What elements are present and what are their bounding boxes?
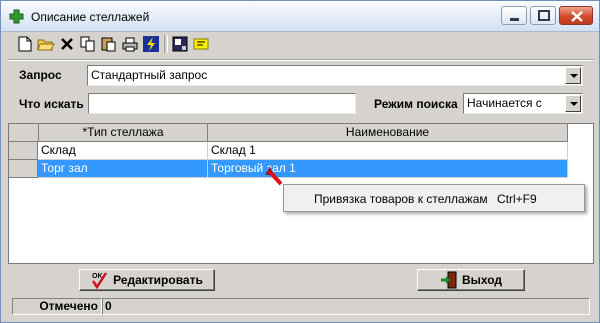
- main-window: Описание стеллажей Запрос Стандартный за…: [0, 0, 600, 323]
- minimize-button[interactable]: [501, 6, 527, 25]
- column-header-name[interactable]: Наименование: [208, 124, 568, 142]
- maximize-button[interactable]: [530, 6, 556, 25]
- toolbar: [15, 33, 212, 55]
- status-label-text: Отмечено: [39, 299, 98, 313]
- title-bar[interactable]: Описание стеллажей: [1, 1, 599, 32]
- row-indicator[interactable]: [9, 142, 38, 160]
- toolbar-divider: [8, 59, 594, 61]
- status-label: Отмечено: [12, 298, 102, 315]
- open-folder-icon[interactable]: [36, 34, 55, 54]
- context-menu-shortcut: Ctrl+F9: [496, 192, 537, 206]
- search-input[interactable]: [88, 93, 356, 114]
- status-value-text: 0: [105, 299, 112, 313]
- table-cell-type[interactable]: Склад: [38, 142, 208, 160]
- exit-button-label: Выход: [461, 273, 503, 287]
- edit-button-label: Редактировать: [113, 273, 203, 287]
- query-label: Запрос: [19, 68, 62, 82]
- ok-check-icon: OK: [92, 272, 108, 289]
- search-mode-label: Режим поиска: [374, 97, 458, 111]
- note-icon[interactable]: [191, 34, 210, 54]
- table-cell-name-selected[interactable]: Торговый зал 1: [208, 160, 568, 178]
- table-cell-type-selected[interactable]: Торг зал: [38, 160, 208, 178]
- context-menu-item-link-goods[interactable]: Привязка товаров к стеллажам Ctrl+F9: [314, 192, 537, 206]
- edit-button[interactable]: OK Редактировать: [79, 269, 215, 291]
- mouse-cursor-icon: [265, 166, 283, 186]
- app-plus-icon: [9, 9, 24, 24]
- export-icon[interactable]: [170, 34, 189, 54]
- status-bar: Отмечено 0: [8, 297, 594, 317]
- row-indicator-current[interactable]: [9, 160, 38, 178]
- footer-bar: OK Редактировать Выход: [8, 265, 594, 295]
- exit-door-icon: [440, 271, 457, 289]
- query-dropdown-button[interactable]: [565, 67, 581, 84]
- paste-icon[interactable]: [99, 34, 118, 54]
- exit-button[interactable]: Выход: [417, 269, 525, 291]
- query-select[interactable]: Стандартный запрос: [87, 65, 583, 86]
- toolbar-separator: [164, 35, 168, 53]
- search-mode-value: Начинается с: [467, 96, 542, 110]
- window-title: Описание стеллажей: [31, 10, 150, 24]
- query-value: Стандартный запрос: [91, 68, 208, 82]
- delete-icon[interactable]: [57, 34, 76, 54]
- close-button[interactable]: [559, 6, 593, 25]
- search-mode-dropdown-button[interactable]: [565, 95, 581, 112]
- context-menu: Привязка товаров к стеллажам Ctrl+F9: [283, 184, 585, 212]
- status-value: 0: [102, 298, 590, 315]
- context-menu-item-label: Привязка товаров к стеллажам: [314, 192, 488, 206]
- column-header-type[interactable]: *Тип стеллажа: [39, 124, 208, 142]
- grid-corner: [9, 124, 39, 142]
- copy-icon[interactable]: [78, 34, 97, 54]
- new-document-icon[interactable]: [15, 34, 34, 54]
- print-icon[interactable]: [120, 34, 139, 54]
- table-cell-name[interactable]: Склад 1: [208, 142, 568, 160]
- lightning-icon[interactable]: [141, 34, 160, 54]
- search-label: Что искать: [19, 97, 84, 111]
